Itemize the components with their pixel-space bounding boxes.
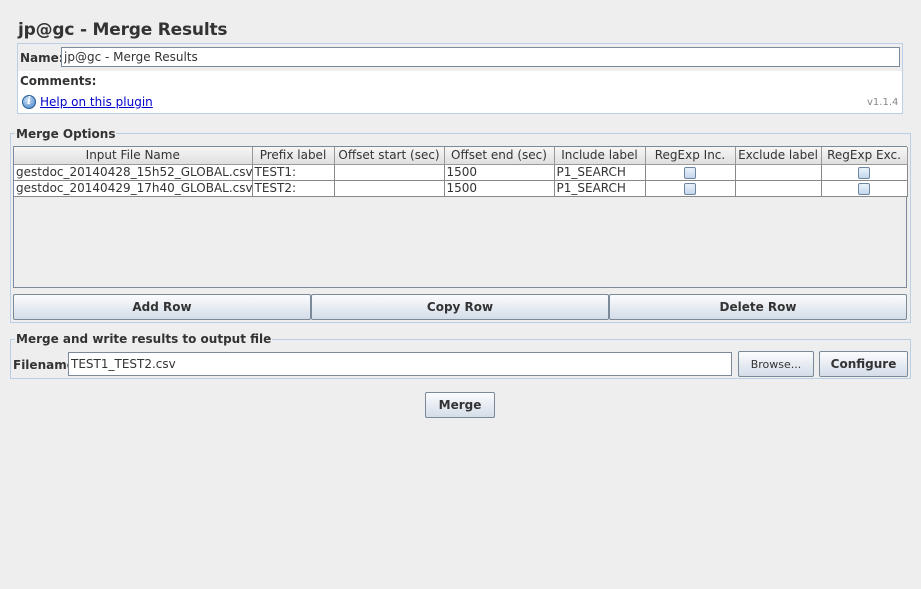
regexp-exc-checkbox[interactable] — [858, 166, 870, 179]
regexp-inc-checkbox[interactable] — [684, 166, 696, 179]
merge-button[interactable]: Merge — [425, 392, 495, 418]
cell-regexp-inc — [645, 164, 736, 181]
browse-button[interactable]: Browse... — [738, 351, 814, 377]
info-icon[interactable]: i — [22, 95, 36, 109]
cell-prefix[interactable]: TEST1: — [252, 164, 335, 181]
configure-button[interactable]: Configure — [819, 351, 908, 377]
column-header[interactable]: Offset end (sec) — [444, 147, 555, 165]
cell-regexp-exc — [821, 164, 908, 181]
cell-offset-end[interactable]: 1500 — [444, 164, 555, 181]
cell-prefix[interactable]: TEST2: — [252, 180, 335, 197]
cell-input-file[interactable]: gestdoc_20140428_15h52_GLOBAL.csv — [14, 164, 253, 181]
column-header[interactable]: RegExp Exc. — [821, 147, 908, 165]
table-row[interactable]: gestdoc_20140429_17h40_GLOBAL.csv TEST2:… — [14, 180, 908, 197]
cell-offset-start[interactable] — [334, 180, 445, 197]
name-label: Name: — [20, 51, 64, 65]
cell-input-file[interactable]: gestdoc_20140429_17h40_GLOBAL.csv — [14, 180, 253, 197]
table-header-row: Input File Name Prefix label Offset star… — [14, 147, 908, 165]
filename-label: Filename — [13, 358, 75, 372]
merge-options-table: Input File Name Prefix label Offset star… — [13, 146, 908, 288]
filename-input[interactable] — [68, 352, 732, 376]
copy-row-button[interactable]: Copy Row — [311, 294, 609, 320]
column-header[interactable]: Prefix label — [252, 147, 335, 165]
cell-exclude-label[interactable] — [735, 180, 822, 197]
column-header[interactable]: Include label — [554, 147, 646, 165]
cell-include-label[interactable]: P1_SEARCH — [554, 180, 646, 197]
cell-offset-start[interactable] — [334, 164, 445, 181]
merge-options-title: Merge Options — [15, 127, 117, 141]
regexp-inc-checkbox[interactable] — [684, 182, 696, 195]
table-row[interactable]: gestdoc_20140428_15h52_GLOBAL.csv TEST1:… — [14, 164, 908, 181]
output-group-title: Merge and write results to output file — [15, 332, 273, 346]
comments-strip — [18, 71, 902, 89]
cell-regexp-inc — [645, 180, 736, 197]
column-header[interactable]: Exclude label — [735, 147, 822, 165]
comments-label: Comments: — [20, 74, 97, 88]
column-header[interactable]: RegExp Inc. — [645, 147, 736, 165]
name-panel: Name: Comments: i Help on this plugin v1… — [17, 43, 903, 114]
cell-regexp-exc — [821, 180, 908, 197]
add-row-button[interactable]: Add Row — [13, 294, 311, 320]
version-label: v1.1.4 — [867, 97, 899, 108]
cell-include-label[interactable]: P1_SEARCH — [554, 164, 646, 181]
delete-row-button[interactable]: Delete Row — [609, 294, 907, 320]
name-input[interactable] — [61, 47, 900, 67]
cell-offset-end[interactable]: 1500 — [444, 180, 555, 197]
help-link[interactable]: Help on this plugin — [40, 95, 153, 109]
page-title: jp@gc - Merge Results — [18, 20, 228, 40]
cell-exclude-label[interactable] — [735, 164, 822, 181]
column-header[interactable]: Offset start (sec) — [334, 147, 445, 165]
regexp-exc-checkbox[interactable] — [858, 182, 870, 195]
column-header[interactable]: Input File Name — [14, 147, 253, 165]
